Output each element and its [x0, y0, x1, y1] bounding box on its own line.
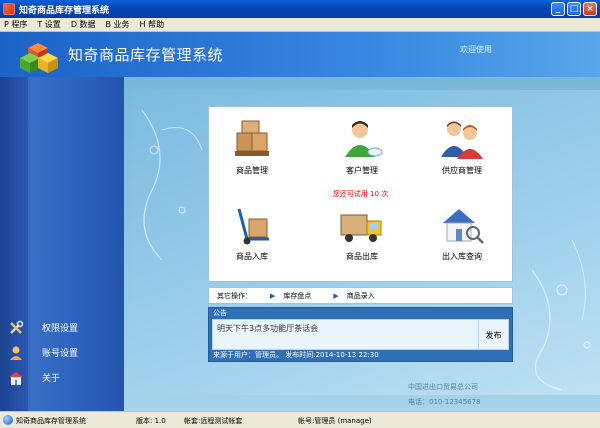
- menu-business[interactable]: B 业务: [106, 19, 130, 30]
- sidebar-item-about[interactable]: 关于: [0, 365, 124, 390]
- tile-stock-query[interactable]: 出入库查询: [417, 205, 507, 265]
- maximize-button[interactable]: □: [567, 2, 581, 16]
- window-controls: _ □ ×: [551, 2, 597, 16]
- tile-label: 商品入库: [236, 252, 268, 261]
- minimize-button[interactable]: _: [551, 2, 565, 16]
- arrow-right-icon: ▶: [270, 291, 276, 300]
- link-label: 库存盘点: [283, 291, 312, 300]
- status-account-set: 帐套:远程测试帐套: [184, 417, 243, 425]
- tile-stock-out[interactable]: 商品出库: [317, 205, 407, 265]
- arrow-right-icon: ▶: [333, 291, 339, 300]
- sidebar-item-permissions[interactable]: 权限设置: [0, 315, 124, 340]
- notice-footer: 来源于用户：管理员。 发布时间:2014-10-13 22:30: [213, 351, 379, 359]
- tile-stock-in[interactable]: 商品入库: [207, 205, 297, 265]
- status-version: 版本: 1.0: [136, 417, 166, 425]
- app-icon: [3, 3, 15, 15]
- notice-title: 公告: [213, 309, 227, 317]
- link-inventory-check[interactable]: ▶ 库存盘点: [270, 291, 311, 301]
- other-operations-label: 其它操作：: [217, 291, 252, 300]
- welcome-text: 欢迎使用: [460, 45, 492, 54]
- window-title: 知奇商品库存管理系统: [19, 5, 110, 16]
- company-name: 中国进出口贸易总公司: [408, 383, 478, 391]
- trial-notice: 您还可试用 10 次: [332, 190, 389, 198]
- truck-icon: [340, 214, 382, 242]
- close-button[interactable]: ×: [583, 2, 597, 16]
- user-icon: [10, 346, 22, 360]
- sidebar-items: 权限设置 账号设置 关于: [0, 315, 124, 390]
- house-search-icon: [443, 209, 484, 244]
- menu-program[interactable]: P 程序: [4, 19, 27, 30]
- sidebar-item-label: 关于: [42, 374, 61, 384]
- notice-content[interactable]: 明天下午3点多功能厅茶话会: [212, 319, 479, 350]
- customer-icon: [345, 121, 383, 157]
- supplier-icon: [441, 121, 483, 159]
- logo-cube-icon: [20, 43, 58, 73]
- notice-panel: 公告 明天下午3点多功能厅茶话会 发布 来源于用户：管理员。 发布时间:2014…: [208, 307, 513, 362]
- sidebar-item-label: 账号设置: [42, 349, 79, 359]
- sidebar-item-account[interactable]: 账号设置: [0, 340, 124, 365]
- other-operations-bar: 其它操作： ▶ 库存盘点 ▶ 商品录入: [208, 287, 513, 304]
- building-icon: [9, 371, 23, 385]
- tile-label: 商品管理: [236, 166, 268, 175]
- app-title: 知奇商品库存管理系统: [68, 46, 224, 64]
- sidebar: 权限设置 账号设置 关于: [0, 77, 124, 411]
- header-banner: 知奇商品库存管理系统 欢迎使用: [0, 32, 600, 77]
- boxes-pallet-icon: [235, 120, 269, 156]
- title-bar: 知奇商品库存管理系统 _ □ ×: [0, 0, 600, 18]
- menu-settings[interactable]: T 设置: [37, 19, 60, 30]
- globe-icon: [3, 415, 13, 425]
- link-goods-entry[interactable]: ▶ 商品录入: [333, 291, 374, 301]
- tile-label: 供应商管理: [442, 166, 482, 175]
- company-phone: 电话：010-12345678: [408, 398, 481, 406]
- status-user: 帐号:管理员 (manage): [298, 417, 372, 425]
- status-bar: 知奇商品库存管理系统 版本: 1.0 帐套:远程测试帐套 帐号:管理员 (man…: [0, 411, 600, 428]
- function-panel: 商品管理 客户管理 供应商管理 您还可试用 10 次 商品入库 商品出库 出入库…: [208, 106, 513, 282]
- tile-customer-management[interactable]: 客户管理: [317, 119, 407, 179]
- menu-data[interactable]: D 数据: [71, 19, 96, 30]
- publish-button[interactable]: 发布: [478, 319, 509, 350]
- tile-label: 出入库查询: [442, 252, 482, 261]
- tools-icon: [10, 320, 24, 334]
- tile-goods-management[interactable]: 商品管理: [207, 119, 297, 179]
- sidebar-item-label: 权限设置: [42, 324, 79, 334]
- menu-bar: P 程序 T 设置 D 数据 B 业务 H 帮助: [0, 18, 600, 32]
- tile-label: 商品出库: [346, 252, 378, 261]
- link-label: 商品录入: [346, 291, 375, 300]
- tile-supplier-management[interactable]: 供应商管理: [417, 119, 507, 179]
- handtruck-icon: [237, 208, 269, 245]
- tile-label: 客户管理: [346, 166, 378, 175]
- status-app-name: 知奇商品库存管理系统: [16, 417, 86, 425]
- menu-help[interactable]: H 帮助: [140, 19, 165, 30]
